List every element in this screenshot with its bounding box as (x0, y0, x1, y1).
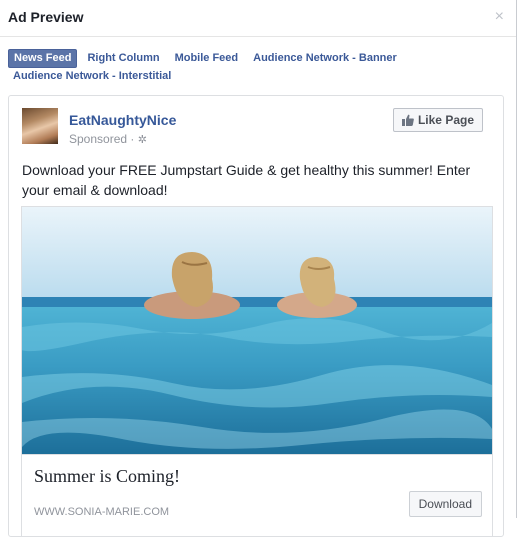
sponsored-label: Sponsored · ✲ (69, 132, 147, 146)
thumbs-up-icon (401, 114, 414, 126)
tab-audience-network-banner[interactable]: Audience Network - Banner (248, 50, 402, 67)
pool-photo (22, 207, 492, 454)
placement-tabs: News Feed Right Column Mobile Feed Audience… (8, 49, 478, 85)
link-attachment[interactable]: Summer is Coming! WWW.SONIA-MARIE.COM Do… (21, 454, 493, 537)
link-url: WWW.SONIA-MARIE.COM (34, 506, 170, 518)
tab-audience-network-interstitial[interactable]: Audience Network - Interstitial (8, 68, 176, 85)
modal-title: Ad Preview (8, 9, 84, 25)
sponsored-text: Sponsored · (69, 132, 135, 146)
ad-preview-modal: Ad Preview × News Feed Right Column Mobile… (0, 0, 517, 537)
like-page-button[interactable]: Like Page (392, 108, 483, 132)
like-page-label: Like Page (417, 113, 474, 127)
page-name-link[interactable]: EatNaughtyNice (69, 112, 176, 128)
tab-mobile-feed[interactable]: Mobile Feed (170, 50, 244, 67)
download-button[interactable]: Download (408, 491, 482, 517)
link-headline[interactable]: Summer is Coming! (34, 466, 180, 487)
modal-header: Ad Preview × (0, 0, 516, 37)
ad-preview-card: EatNaughtyNice Sponsored · ✲ Like Page D… (8, 95, 504, 537)
tab-news-feed[interactable]: News Feed (8, 49, 78, 68)
close-icon[interactable]: × (495, 8, 504, 26)
avatar[interactable] (22, 108, 58, 144)
ad-image[interactable] (21, 206, 493, 455)
tab-right-column[interactable]: Right Column (82, 50, 164, 67)
ad-body-text: Download your FREE Jumpstart Guide & get… (22, 162, 471, 198)
settings-icon[interactable]: ✲ (138, 134, 147, 146)
